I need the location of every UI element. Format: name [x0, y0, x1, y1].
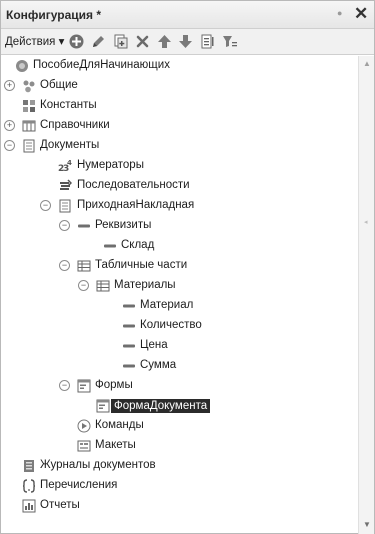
tree-item-numerators[interactable]: 2 3 4 Нумераторы	[2, 156, 356, 176]
tree-item-label: Последовательности	[77, 179, 190, 191]
tree-item-label: Нумераторы	[77, 159, 144, 171]
tree-item-label: Склад	[121, 239, 155, 251]
expand-icon[interactable]: +	[4, 80, 15, 91]
constants-icon	[23, 100, 35, 112]
collapse-icon[interactable]: −	[4, 140, 15, 151]
numerators-icon: 2 3 4	[58, 159, 72, 173]
tree-item-attributes[interactable]: − Реквизиты	[2, 216, 356, 236]
reports-icon	[22, 499, 36, 513]
actions-menu-button[interactable]: Действия ▾	[5, 34, 64, 48]
attribute-icon	[123, 304, 135, 308]
attributes-icon	[78, 224, 90, 228]
window-menu-icon[interactable]: ●	[337, 8, 342, 18]
tree-item-label: Количество	[140, 319, 202, 331]
journals-icon	[24, 460, 34, 472]
tabular-section-icon	[77, 260, 91, 272]
tree-item-forms[interactable]: − Формы	[2, 376, 356, 396]
commands-icon	[77, 419, 91, 433]
tree-item-label: Цена	[140, 339, 168, 351]
tree-item-document-journals[interactable]: Журналы документов	[2, 456, 356, 476]
common-icon	[23, 80, 35, 93]
tree-item-common[interactable]: + Общие	[2, 76, 356, 96]
tree-item-label: Табличные части	[95, 259, 188, 271]
tree-item-label: Перечисления	[40, 479, 118, 491]
tree-item-label: Справочники	[40, 119, 110, 131]
scroll-down-arrow-icon[interactable]: ▼	[363, 520, 371, 529]
forms-icon	[77, 379, 91, 393]
tree-item-label: ПриходнаяНакладная	[77, 199, 195, 211]
documents-icon	[23, 139, 35, 153]
scroll-thumb-grip-icon[interactable]: ◂	[364, 218, 368, 226]
tree-item-label: Материал	[140, 299, 194, 311]
tree-item-quantity[interactable]: Количество	[2, 316, 356, 336]
svg-text:4: 4	[67, 159, 72, 167]
tree-item-sum[interactable]: Сумма	[2, 356, 356, 376]
tree-item-label: Журналы документов	[40, 459, 156, 471]
tree-item-label: Макеты	[95, 439, 136, 451]
attribute-icon	[123, 364, 135, 368]
tree-item-catalogs[interactable]: + Справочники	[2, 116, 356, 136]
move-down-icon[interactable]	[177, 33, 194, 50]
tree-item-sequences[interactable]: Последовательности	[2, 176, 356, 196]
tree-item-label: Документы	[40, 139, 100, 151]
close-icon[interactable]: ✕	[354, 4, 368, 24]
tree-item-label: Материалы	[114, 279, 176, 291]
title-bar: Конфигурация * ● ✕	[1, 1, 374, 29]
edit-icon[interactable]	[90, 33, 107, 50]
tree-item-label: Отчеты	[40, 499, 80, 511]
delete-icon[interactable]	[134, 33, 151, 50]
collapse-icon[interactable]: −	[59, 260, 70, 271]
attribute-icon	[123, 344, 135, 348]
form-icon	[96, 399, 110, 413]
tree-item-commands[interactable]: Команды	[2, 416, 356, 436]
document-icon	[59, 199, 71, 213]
copy-icon[interactable]	[112, 33, 129, 50]
sort-list-icon[interactable]	[199, 33, 216, 50]
tree-item-warehouse[interactable]: Склад	[2, 236, 356, 256]
attribute-icon	[104, 244, 116, 248]
collapse-icon[interactable]: −	[59, 220, 70, 231]
enums-icon	[22, 479, 36, 493]
tree-item-label: ПособиеДляНачинающих	[33, 59, 170, 71]
tree-item-document-form[interactable]: ФормаДокумента	[2, 396, 356, 416]
tabular-section-icon	[96, 280, 110, 292]
tree-item-label: Формы	[95, 379, 133, 391]
attribute-icon	[123, 324, 135, 328]
collapse-icon[interactable]: −	[40, 200, 51, 211]
tree-item-label: Константы	[40, 99, 97, 111]
tree-item-tabular-sections[interactable]: − Табличные части	[2, 256, 356, 276]
tree-item-label: Общие	[40, 79, 78, 91]
layouts-icon	[77, 440, 91, 452]
collapse-icon[interactable]: −	[78, 280, 89, 291]
expand-icon[interactable]: +	[4, 120, 15, 131]
toolbar: Действия ▾	[1, 29, 374, 55]
tree-item-enumerations[interactable]: Перечисления	[2, 476, 356, 496]
tree-item-receipt-invoice[interactable]: − ПриходнаяНакладная	[2, 196, 356, 216]
tree-item-reports[interactable]: Отчеты	[2, 496, 356, 516]
vertical-scrollbar[interactable]: ▲ ◂ ▼	[358, 56, 374, 534]
catalogs-icon	[22, 120, 36, 132]
tree-item-constants[interactable]: Константы	[2, 96, 356, 116]
tree-item-label: Сумма	[140, 359, 177, 371]
sequences-icon	[60, 179, 72, 190]
tree-item-price[interactable]: Цена	[2, 336, 356, 356]
tree-item-materials[interactable]: − Материалы	[2, 276, 356, 296]
filter-icon[interactable]	[221, 33, 238, 50]
config-root-icon	[16, 60, 28, 72]
collapse-icon[interactable]: −	[59, 380, 70, 391]
tree-item-material[interactable]: Материал	[2, 296, 356, 316]
add-icon[interactable]	[68, 33, 85, 50]
tree-item-documents[interactable]: − Документы	[2, 136, 356, 156]
tree-item-label: Реквизиты	[95, 219, 152, 231]
tree-item-label: ФормаДокумента	[111, 399, 211, 413]
scroll-up-arrow-icon[interactable]: ▲	[363, 59, 371, 68]
tree-item-root[interactable]: ПособиеДляНачинающих	[2, 56, 356, 76]
move-up-icon[interactable]	[156, 33, 173, 50]
tree-item-label: Команды	[95, 419, 144, 431]
metadata-tree: ПособиеДляНачинающих + Общие Константы +	[2, 56, 356, 534]
tree-item-layouts[interactable]: Макеты	[2, 436, 356, 456]
configuration-window: Конфигурация * ● ✕ Действия ▾ ПособиеДля…	[0, 0, 375, 534]
window-title: Конфигурация *	[6, 8, 102, 22]
